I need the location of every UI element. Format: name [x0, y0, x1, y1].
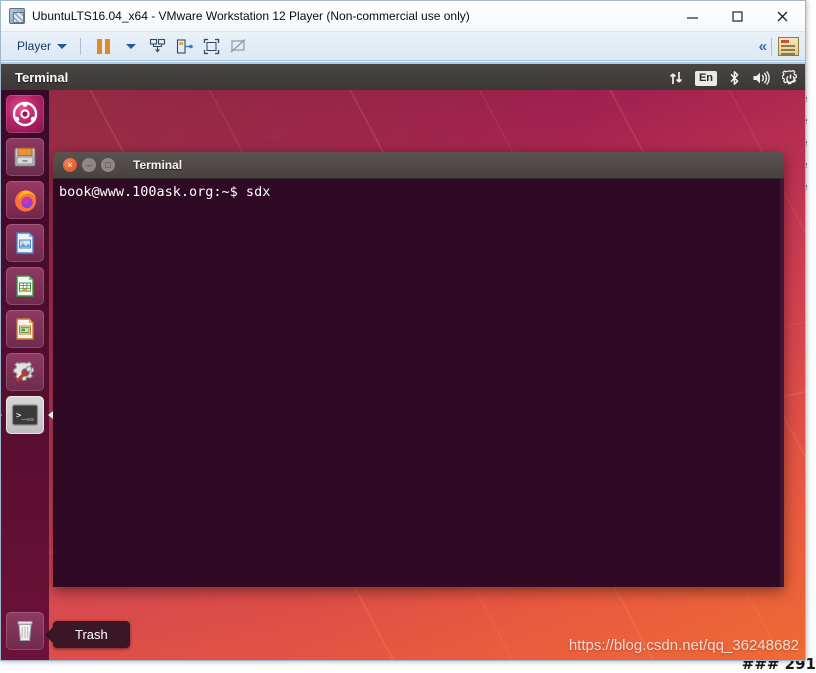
- bluetooth-indicator[interactable]: [729, 70, 740, 86]
- panel-indicators: En: [669, 64, 799, 92]
- close-button[interactable]: [760, 1, 805, 32]
- svg-text:>_: >_: [16, 411, 27, 421]
- fullscreen-icon: [203, 38, 220, 54]
- pause-button[interactable]: [90, 35, 117, 58]
- network-indicator[interactable]: [669, 70, 683, 86]
- pause-icon: [97, 38, 111, 54]
- vmware-title-bar: UbuntuLTS16.04_x64 - VMware Workstation …: [1, 1, 805, 32]
- firefox-icon: [14, 190, 36, 211]
- volume-indicator[interactable]: [752, 70, 770, 86]
- terminal-window[interactable]: × – □ Terminal book@www.100ask.org:~$ sd…: [53, 152, 784, 587]
- unity-mode-icon: [230, 38, 246, 52]
- launcher-item-calc[interactable]: [6, 267, 44, 305]
- screenshot-root: 安 动 古 l/e l/e l/e l/e l/e m m 恚 是: [0, 0, 816, 673]
- gear-wrench-icon: [12, 360, 34, 382]
- launcher-item-dash[interactable]: [6, 95, 44, 133]
- chevron-down-icon: [125, 43, 136, 49]
- launcher-item-impress[interactable]: [6, 310, 44, 348]
- vmware-toolbar: Player «: [1, 32, 805, 61]
- toolbar-right-group: «: [759, 32, 799, 61]
- launcher-item-settings[interactable]: [6, 353, 44, 391]
- vmware-vm-icon: [9, 8, 25, 24]
- window-title: UbuntuLTS16.04_x64 - VMware Workstation …: [32, 9, 470, 23]
- launcher-item-firefox[interactable]: [6, 181, 44, 219]
- removable-devices-button[interactable]: [171, 35, 198, 58]
- removable-device-icon: [176, 38, 193, 54]
- gear-power-icon: [782, 69, 798, 84]
- power-dropdown-button[interactable]: [117, 35, 144, 58]
- session-indicator[interactable]: [782, 69, 799, 87]
- launcher-item-writer[interactable]: [6, 224, 44, 262]
- trash-icon: [17, 621, 33, 642]
- window-controls: [670, 1, 805, 32]
- terminal-minimize-button[interactable]: –: [82, 158, 96, 172]
- trash-tooltip: Trash: [45, 621, 130, 648]
- volume-icon: [753, 70, 770, 86]
- collapse-toolbar-button[interactable]: «: [759, 38, 767, 55]
- ubuntu-top-panel: Terminal En: [1, 62, 805, 90]
- minimize-button[interactable]: [670, 1, 715, 32]
- thumbnail-button[interactable]: [778, 37, 799, 56]
- unity-mode-button[interactable]: [225, 35, 252, 58]
- send-keys-icon: [149, 38, 166, 52]
- terminal-output[interactable]: book@www.100ask.org:~$ sdx: [53, 179, 784, 587]
- launcher-item-trash[interactable]: [6, 612, 44, 650]
- launcher-item-files[interactable]: [6, 138, 44, 176]
- file-manager-icon: [14, 147, 36, 167]
- player-menu-label: Player: [17, 39, 52, 53]
- maximize-button[interactable]: [715, 1, 760, 32]
- toolbar-divider: [771, 37, 772, 56]
- launcher-item-terminal[interactable]: >_: [1, 396, 53, 434]
- libreoffice-writer-icon: [16, 232, 34, 254]
- libreoffice-impress-icon: [16, 318, 34, 340]
- unity-launcher: >_: [1, 90, 53, 660]
- send-ctrl-alt-del-button[interactable]: [144, 35, 171, 58]
- enter-fullscreen-button[interactable]: [198, 35, 225, 58]
- ubuntu-logo-icon: [12, 101, 38, 127]
- launcher-bottom-group: [1, 607, 49, 654]
- chevron-down-icon: [57, 43, 68, 49]
- terminal-title-bar: × – □ Terminal: [53, 152, 784, 179]
- libreoffice-calc-icon: [16, 275, 34, 297]
- bluetooth-icon: [730, 71, 739, 85]
- terminal-window-title: Terminal: [133, 158, 183, 172]
- terminal-close-button[interactable]: ×: [63, 158, 77, 172]
- terminal-icon: >_: [11, 404, 39, 426]
- toolbar-divider: [80, 37, 82, 55]
- vmware-player-window: UbuntuLTS16.04_x64 - VMware Workstation …: [0, 0, 806, 661]
- terminal-scrollbar[interactable]: [780, 179, 784, 587]
- guest-viewport: https://blog.csdn.net/qq_36248682 × – □ …: [1, 62, 805, 660]
- input-source-indicator[interactable]: En: [694, 70, 717, 86]
- player-menu-button[interactable]: Player: [13, 37, 71, 55]
- panel-app-menu-title[interactable]: Terminal: [15, 70, 68, 85]
- network-arrows-icon: [669, 72, 682, 84]
- watermark-text: https://blog.csdn.net/qq_36248682: [568, 637, 799, 654]
- terminal-maximize-button[interactable]: □: [101, 158, 115, 172]
- terminal-window-controls: × – □: [63, 158, 115, 172]
